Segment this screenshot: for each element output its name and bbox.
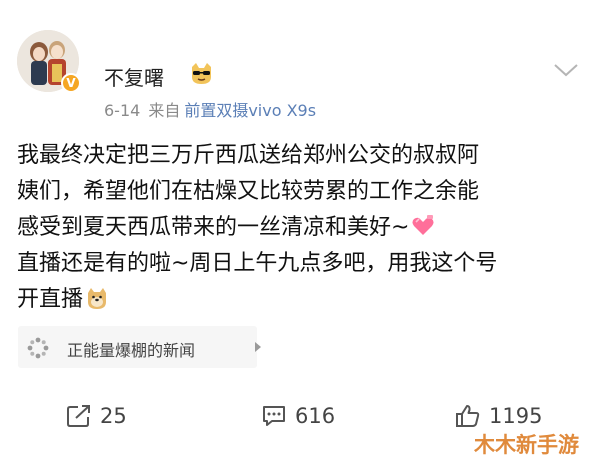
content-line: 姨们，希望他们在枯燥又比较劳累的工作之余能 (17, 179, 480, 204)
username[interactable]: 不复曙 (104, 62, 164, 91)
content-line: 开直播 (17, 287, 84, 312)
doge-emoji-icon (88, 288, 107, 309)
comment-count: 616 (295, 404, 336, 428)
content-line: 直播还是有的啦~周日上午九点多吧，用我这个号 (17, 251, 498, 276)
like-button[interactable]: 1195 (455, 404, 542, 428)
topic-label: 正能量爆棚的新闻 (67, 341, 196, 360)
content-line: 感受到夏天西瓜带来的一丝清凉和美好~ (17, 215, 410, 240)
content-line: 我最终决定把三万斤西瓜送给郑州公交的叔叔阿 (17, 143, 480, 168)
topic-sparkle-icon (27, 337, 49, 359)
source-prefix: 来自 (148, 101, 181, 120)
repost-count: 25 (100, 404, 127, 428)
post-date: 6-14 (104, 101, 141, 120)
topic-card[interactable]: 正能量爆棚的新闻 (18, 326, 261, 368)
chevron-down-icon[interactable] (553, 62, 579, 78)
repost-icon (67, 405, 90, 427)
post-content: 我最终决定把三万斤西瓜送给郑州公交的叔叔阿 姨们，希望他们在枯燥又比较劳累的工作… (17, 138, 585, 318)
caret-right-icon (255, 342, 261, 352)
sunglasses-dog-emoji-icon (192, 63, 211, 84)
source-device-link[interactable]: 前置双摄vivo X9s (184, 101, 316, 120)
heart-gift-emoji-icon (412, 215, 434, 235)
comment-button[interactable]: 616 (261, 404, 335, 428)
site-watermark: 木木新手游 (474, 433, 579, 457)
weibo-post-card: V 不复曙 6-14 来自 前置双摄vivo X9s 我最终决定把三万斤西瓜送给郑州… (0, 0, 594, 433)
repost-button[interactable]: 25 (66, 404, 127, 428)
content-line-with-emoji: 感受到夏天西瓜带来的一丝清凉和美好~ (17, 210, 585, 246)
thumbs-up-icon (456, 405, 480, 427)
like-count: 1195 (489, 404, 543, 428)
comment-icon (263, 406, 285, 426)
content-line-with-emoji: 开直播 (17, 282, 585, 318)
post-meta: 6-14 来自 前置双摄vivo X9s (104, 97, 316, 121)
verified-badge-icon: V (61, 73, 81, 93)
